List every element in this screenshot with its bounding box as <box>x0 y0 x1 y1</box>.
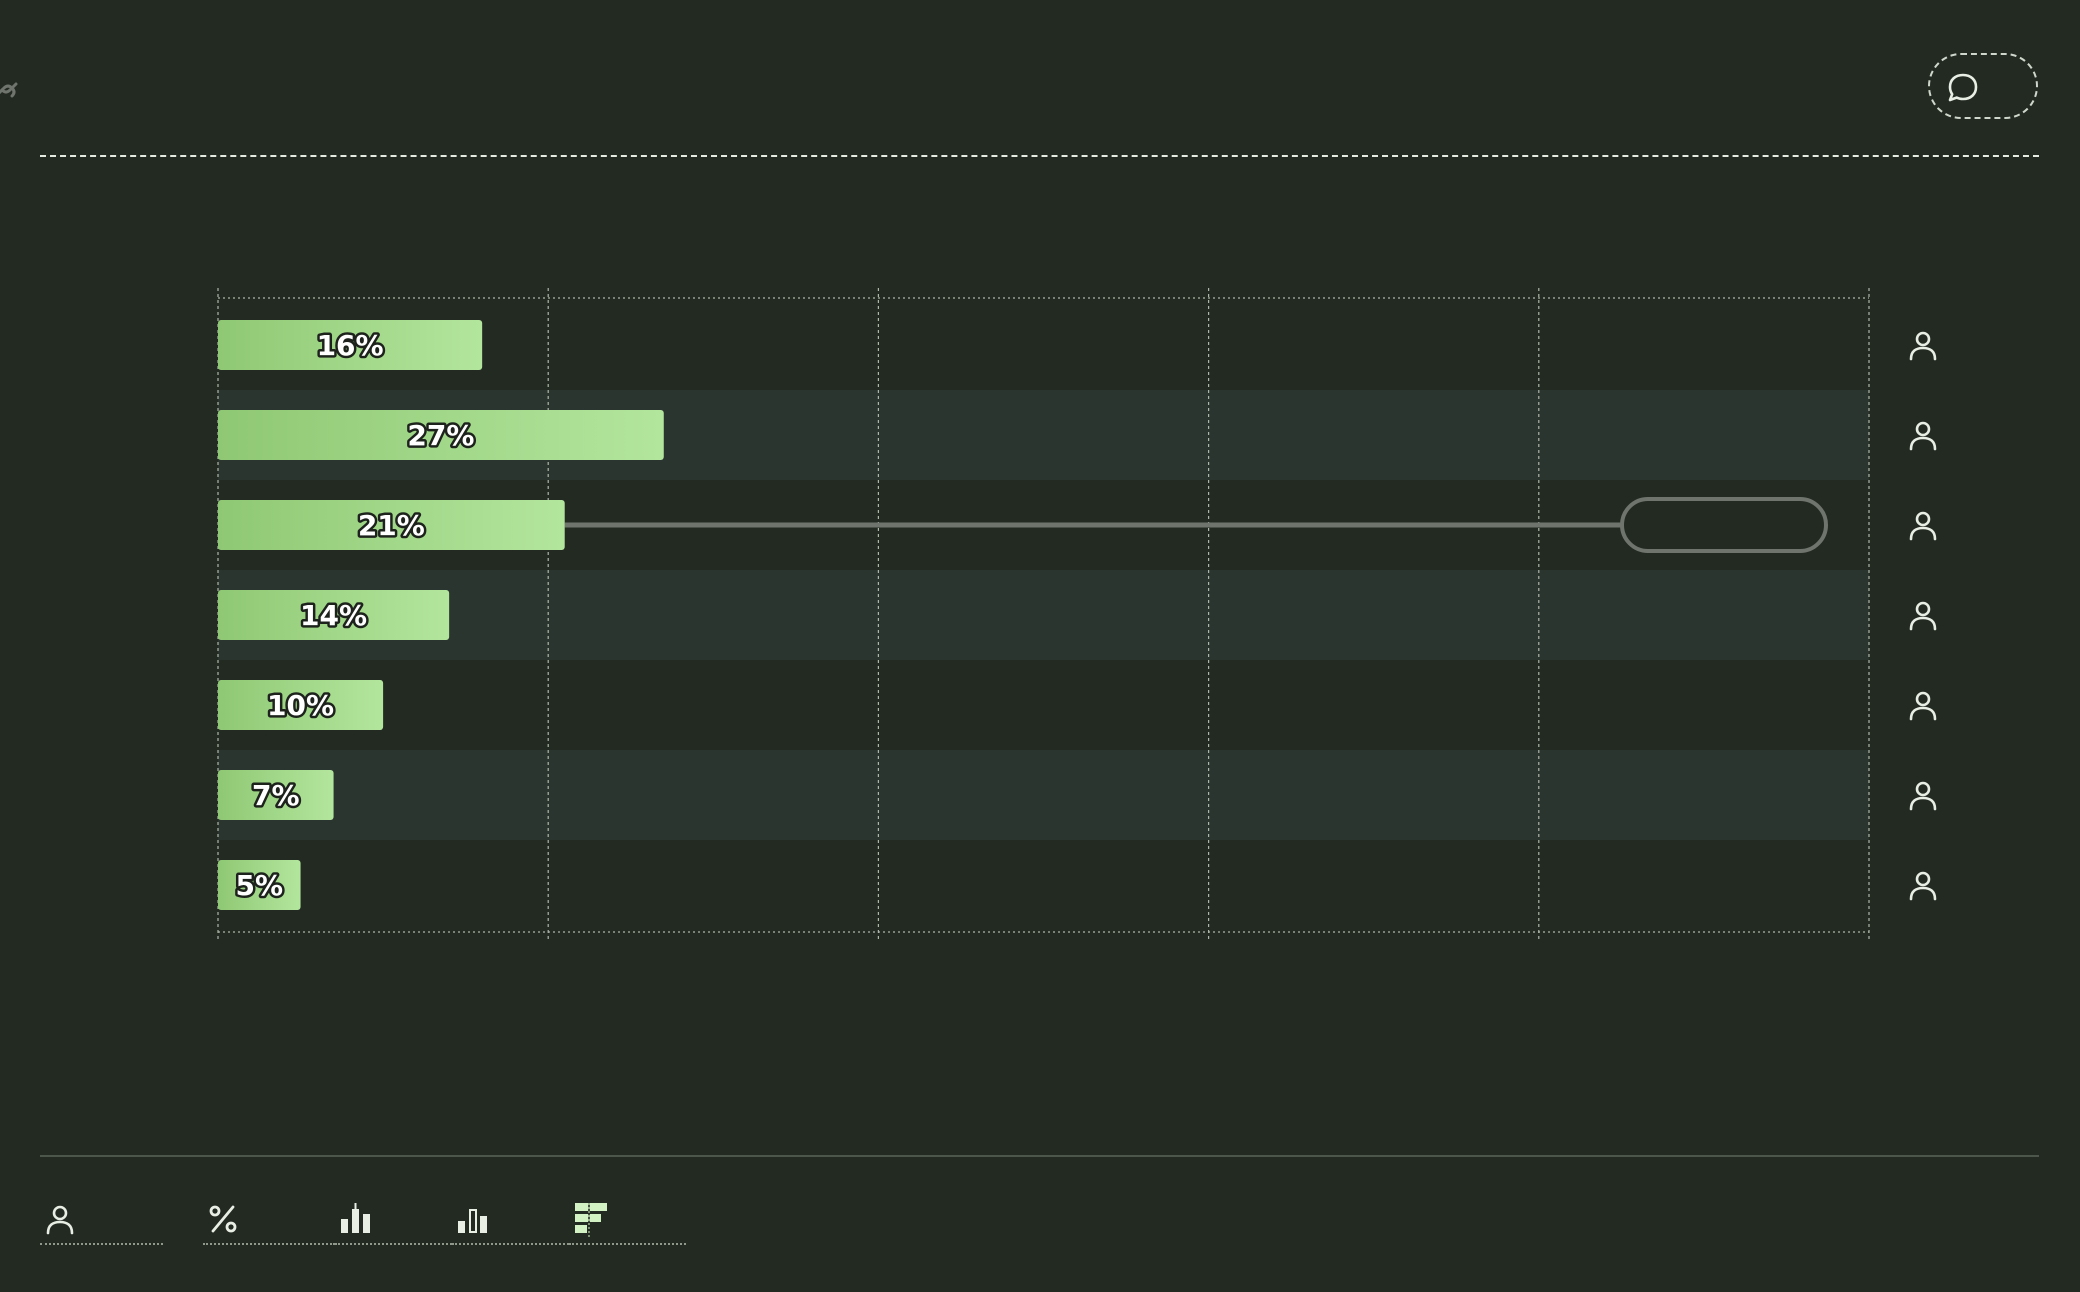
bar-value-label: 5% <box>236 869 284 902</box>
bar-value-label: 16% <box>317 329 384 362</box>
person-icon <box>46 1205 74 1235</box>
person-icon <box>1909 421 1937 451</box>
toolbar-table-chart-button[interactable] <box>569 1195 686 1245</box>
bar-value-label: 7% <box>252 779 300 812</box>
bar-value-label: 10% <box>267 689 334 722</box>
bar-chart: 16% 27% 21% 14% 10% 7% 5% <box>217 288 1937 942</box>
table-chart-icon <box>575 1203 607 1237</box>
toolbar-bar-chart-button[interactable] <box>335 1195 452 1245</box>
person-icon <box>1909 601 1937 631</box>
person-icon <box>1909 511 1937 541</box>
percent-icon <box>209 1205 237 1233</box>
bar-value-label: 14% <box>300 599 367 632</box>
row-band <box>218 570 1869 660</box>
toolbar-percent-button[interactable] <box>203 1195 335 1245</box>
bar-value-label: 27% <box>407 419 474 452</box>
row-band <box>218 750 1869 840</box>
bar-value-label: 21% <box>358 509 425 542</box>
bar-chart-icon <box>341 1203 370 1233</box>
bottom-divider <box>40 1155 2039 1157</box>
chart-area: 16% 27% 21% 14% 10% 7% 5% <box>0 0 2080 1288</box>
toolbar-bar-chart-outline-button[interactable] <box>452 1195 569 1245</box>
person-icon <box>1909 331 1937 361</box>
bar-chart-outline-icon <box>458 1209 487 1233</box>
toolbar-person-button[interactable] <box>40 1195 163 1245</box>
person-icon <box>1909 781 1937 811</box>
person-icon <box>1909 691 1937 721</box>
person-icon <box>1909 871 1937 901</box>
highlight-callout <box>1620 497 1828 553</box>
